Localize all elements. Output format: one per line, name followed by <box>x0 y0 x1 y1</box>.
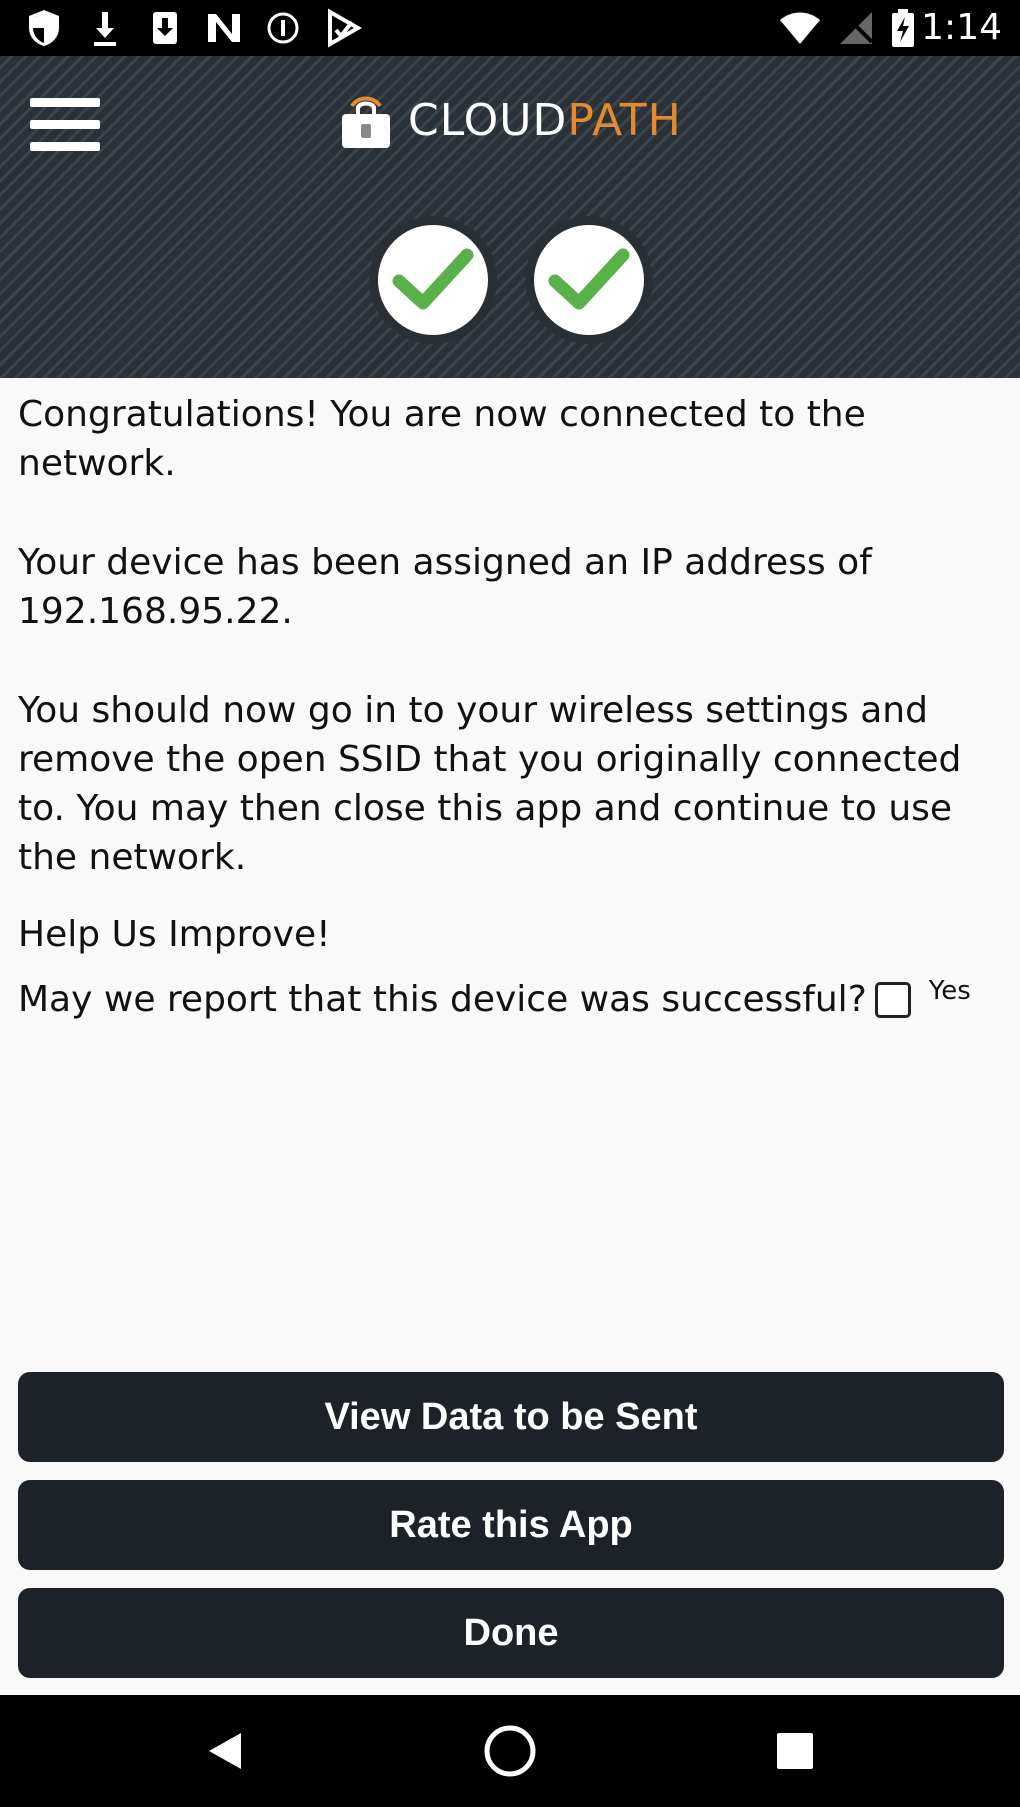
home-icon[interactable] <box>474 1695 546 1807</box>
download-icon <box>90 8 120 48</box>
battery-charging-icon <box>890 8 916 48</box>
report-question: May we report that this device was succe… <box>18 979 867 1020</box>
menu-bar-bottom <box>30 142 100 151</box>
logo-text-cloud: CLOUD <box>408 95 568 146</box>
menu-bar-middle <box>30 120 100 129</box>
n-app-icon <box>204 8 244 48</box>
view-data-button[interactable]: View Data to be Sent <box>18 1372 1004 1462</box>
lock-wifi-icon <box>338 88 394 154</box>
no-signal-icon <box>838 8 874 48</box>
back-icon[interactable] <box>190 1695 260 1807</box>
circle-info-icon <box>266 8 300 48</box>
app-header: CLOUDPATH <box>0 56 1020 378</box>
status-bar: 1:14 <box>0 0 1020 56</box>
shield-icon <box>26 8 62 48</box>
check-circle-icon <box>369 216 497 344</box>
check-circle-icon <box>525 216 653 344</box>
wifi-icon <box>778 8 822 48</box>
logo-text-path: PATH <box>567 95 682 146</box>
menu-bar-top <box>30 98 100 107</box>
congratulations-text: Congratulations! You are now connected t… <box>18 394 866 484</box>
download-box-icon <box>150 8 180 48</box>
rate-app-button[interactable]: Rate this App <box>18 1480 1004 1570</box>
ip-address-text: Your device has been assigned an IP addr… <box>18 542 872 632</box>
logo-text: CLOUDPATH <box>408 86 682 156</box>
report-checkbox[interactable] <box>874 981 911 1018</box>
report-row: May we report that this device was succe… <box>18 975 971 1024</box>
navigation-bar <box>0 1695 1020 1807</box>
play-store-icon <box>326 8 362 48</box>
recents-icon[interactable] <box>760 1695 830 1807</box>
clock-time: 1:14 <box>921 7 1002 48</box>
cloudpath-logo: CLOUDPATH <box>338 86 682 156</box>
help-title: Help Us Improve! <box>18 914 331 955</box>
menu-button[interactable] <box>30 94 102 154</box>
report-checkbox-label: Yes <box>928 976 971 1006</box>
done-button[interactable]: Done <box>18 1588 1004 1678</box>
instructions-text: You should now go in to your wireless se… <box>18 690 962 878</box>
